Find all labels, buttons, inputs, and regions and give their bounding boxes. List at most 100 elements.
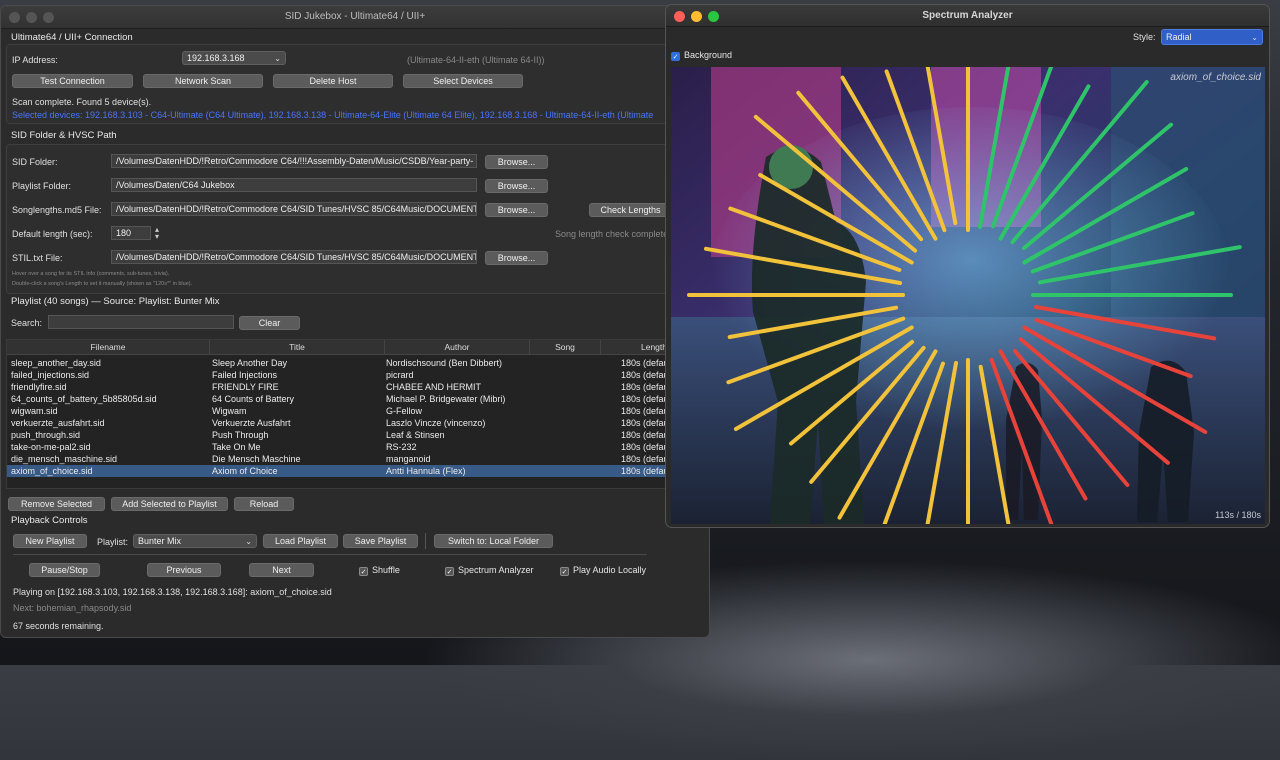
- column-filename[interactable]: Filename: [7, 340, 210, 354]
- browse-playlist-folder-button[interactable]: Browse...: [485, 179, 548, 193]
- load-playlist-button[interactable]: Load Playlist: [263, 534, 338, 548]
- table-row[interactable]: 64_counts_of_battery_5b85805d.sid 64 Coun…: [7, 393, 705, 405]
- playlist-select-value: Bunter Mix: [138, 536, 182, 546]
- playlist-table[interactable]: Filename Title Author Song Length sleep_…: [6, 339, 706, 489]
- search-label: Search:: [11, 318, 43, 328]
- select-devices-button[interactable]: Select Devices: [403, 74, 523, 88]
- playlist-label: Playlist:: [97, 537, 129, 547]
- cell-filename: take-on-me-pal2.sid: [11, 442, 91, 452]
- cell-title: Verkuerzte Ausfahrt: [212, 418, 291, 428]
- cell-title: Die Mensch Maschine: [212, 454, 301, 464]
- device-info: (Ultimate-64-II-eth (Ultimate 64-II)): [407, 55, 545, 65]
- check-lengths-button[interactable]: Check Lengths: [589, 203, 672, 217]
- songlengths-field[interactable]: /Volumes/DatenHDD/!Retro/Commodore C64/S…: [111, 202, 477, 216]
- reload-button[interactable]: Reload: [234, 497, 294, 511]
- switch-source-button[interactable]: Switch to: Local Folder: [434, 534, 553, 548]
- toolbar-divider: [425, 533, 426, 549]
- cell-author: Nordischsound (Ben Dibbert): [386, 358, 503, 368]
- column-song[interactable]: Song: [530, 340, 601, 354]
- style-select[interactable]: Radial ⌄: [1161, 29, 1263, 45]
- cell-author: Antti Hannula (Flex): [386, 466, 466, 476]
- cell-filename: friendlyfire.sid: [11, 382, 67, 392]
- checkmark-icon: ✓: [359, 567, 368, 576]
- length-stepper[interactable]: ▴ ▾: [155, 226, 159, 241]
- checkmark-icon: ✓: [445, 567, 454, 576]
- table-row[interactable]: verkuerzte_ausfahrt.sid Verkuerzte Ausfah…: [7, 417, 705, 429]
- browse-songlengths-button[interactable]: Browse...: [485, 203, 548, 217]
- table-row[interactable]: friendlyfire.sid FRIENDLY FIRE CHABEE AND …: [7, 381, 705, 393]
- jukebox-window: SID Jukebox - Ultimate64 / UII+ Ultimate…: [0, 5, 710, 638]
- title-bar[interactable]: SID Jukebox - Ultimate64 / UII+: [1, 6, 709, 29]
- cell-length: 180s (defau: [621, 466, 669, 476]
- stil-field[interactable]: /Volumes/DatenHDD/!Retro/Commodore C64/S…: [111, 250, 477, 264]
- background-checkbox[interactable]: ✓ Background: [671, 49, 732, 61]
- cell-author: Laszlo Vincze (vincenzo): [386, 418, 486, 428]
- spectrum-analyzer-checkbox[interactable]: ✓ Spectrum Analyzer: [445, 564, 534, 576]
- table-row[interactable]: wigwam.sid Wigwam G-Fellow 180s (defau: [7, 405, 705, 417]
- table-row[interactable]: die_mensch_maschine.sid Die Mensch Maschi…: [7, 453, 705, 465]
- cell-filename: verkuerzte_ausfahrt.sid: [11, 418, 105, 428]
- pause-stop-button[interactable]: Pause/Stop: [29, 563, 100, 577]
- checkmark-icon: ✓: [560, 567, 569, 576]
- cell-author: Leaf & Stinsen: [386, 430, 445, 440]
- cell-title: Push Through: [212, 430, 269, 440]
- cell-filename: failed_injections.sid: [11, 370, 90, 380]
- spectrum-analyzer-label: Spectrum Analyzer: [458, 565, 534, 575]
- connection-section-title: Ultimate64 / UII+ Connection: [11, 32, 133, 43]
- window-title: SID Jukebox - Ultimate64 / UII+: [284, 11, 426, 22]
- spectrum-analyzer-window: Spectrum Analyzer Style: Radial ⌄ ✓ Backg…: [665, 4, 1270, 528]
- playlist-select[interactable]: Bunter Mix ⌄: [133, 534, 257, 548]
- play-locally-checkbox[interactable]: ✓ Play Audio Locally: [560, 564, 646, 576]
- cell-title: 64 Counts of Battery: [212, 394, 295, 404]
- browse-stil-button[interactable]: Browse...: [485, 251, 548, 265]
- table-row[interactable]: take-on-me-pal2.sid Take On Me RS-232 180s …: [7, 441, 705, 453]
- ip-select[interactable]: 192.168.3.168 ⌄: [182, 51, 286, 65]
- cell-author: CHABEE AND HERMIT: [386, 382, 482, 392]
- network-scan-button[interactable]: Network Scan: [143, 74, 263, 88]
- spectrum-title-bar[interactable]: Spectrum Analyzer: [666, 5, 1269, 27]
- search-input[interactable]: [48, 315, 234, 329]
- playback-divider: [13, 554, 647, 555]
- playlist-folder-field[interactable]: /Volumes/Daten/C64 Jukebox: [111, 178, 477, 192]
- cell-length: 180s (defau: [621, 418, 669, 428]
- play-locally-label: Play Audio Locally: [573, 565, 647, 575]
- next-button[interactable]: Next: [249, 563, 314, 577]
- cell-author: picrard: [386, 370, 414, 380]
- previous-button[interactable]: Previous: [147, 563, 221, 577]
- delete-host-button[interactable]: Delete Host: [273, 74, 393, 88]
- clear-search-button[interactable]: Clear: [239, 316, 300, 330]
- default-length-label: Default length (sec):: [12, 229, 93, 239]
- selected-devices: Selected devices: 192.168.3.103 - C64-Ul…: [12, 110, 654, 120]
- cell-filename: sleep_another_day.sid: [11, 358, 101, 368]
- sid-folder-field[interactable]: /Volumes/DatenHDD/!Retro/Commodore C64/!…: [111, 154, 477, 168]
- cell-author: Michael P. Bridgewater (Mibri): [386, 394, 506, 404]
- style-label: Style:: [1133, 32, 1156, 42]
- column-author[interactable]: Author: [385, 340, 530, 354]
- default-length-field[interactable]: 180: [111, 226, 151, 240]
- table-row[interactable]: push_through.sid Push Through Leaf & Stins…: [7, 429, 705, 441]
- spectrum-canvas: axiom_of_choice.sid 113s / 180s: [671, 67, 1265, 524]
- table-row[interactable]: failed_injections.sid Failed Injections pi…: [7, 369, 705, 381]
- length-check-status: Song length check complete: [555, 229, 669, 239]
- playback-section-title: Playback Controls: [11, 515, 88, 526]
- chevron-down-icon: ⌄: [1251, 33, 1258, 42]
- test-connection-button[interactable]: Test Connection: [12, 74, 133, 88]
- add-to-playlist-button[interactable]: Add Selected to Playlist: [111, 497, 228, 511]
- cell-length: 180s (defau: [621, 370, 669, 380]
- cell-length: 180s (defau: [621, 406, 669, 416]
- cell-length: 180s (defau: [621, 382, 669, 392]
- table-row[interactable]: sleep_another_day.sid Sleep Another Day No…: [7, 357, 705, 369]
- time-label: 113s / 180s: [1215, 510, 1261, 520]
- cell-title: Failed Injections: [212, 370, 278, 380]
- current-song-label: axiom_of_choice.sid: [1170, 72, 1261, 83]
- background-label: Background: [684, 50, 733, 60]
- shuffle-label: Shuffle: [372, 565, 400, 575]
- new-playlist-button[interactable]: New Playlist: [13, 534, 87, 548]
- ip-label: IP Address:: [12, 55, 58, 65]
- table-row[interactable]: axiom_of_choice.sid Axiom of Choice Antti …: [7, 465, 705, 477]
- remove-selected-button[interactable]: Remove Selected: [8, 497, 105, 511]
- column-title[interactable]: Title: [210, 340, 385, 354]
- save-playlist-button[interactable]: Save Playlist: [343, 534, 418, 548]
- shuffle-checkbox[interactable]: ✓ Shuffle: [359, 564, 400, 576]
- browse-sid-folder-button[interactable]: Browse...: [485, 155, 548, 169]
